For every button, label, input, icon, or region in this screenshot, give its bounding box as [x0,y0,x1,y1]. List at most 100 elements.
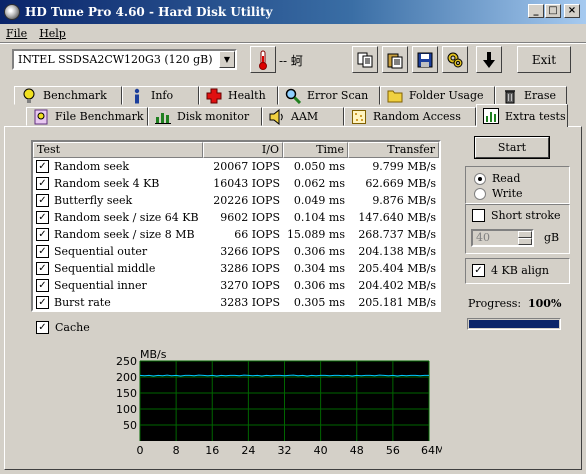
spin-up-icon[interactable] [518,231,532,238]
header-io[interactable]: I/O [203,142,283,158]
table-row[interactable]: ✓ Random seek 20067 IOPS 0.050 ms 9.799 MB/s [33,158,439,175]
table-row[interactable]: ✓ Random seek / size 8 MB 66 IOPS 15.089 ms… [33,226,439,243]
tab-random-access[interactable]: Random Access [344,107,476,126]
time-cell: 0.049 ms [293,194,345,207]
drive-select-value: INTEL SSDSA2CW120G3 (120 gB) [18,53,213,66]
tab-file-benchmark-label: File Benchmark [55,110,144,123]
clipboard-icon [387,53,403,68]
results-table: Test I/O Time Transfer ✓ Random seek 20067… [31,140,441,312]
test-cell: ✓ Random seek / size 8 MB [33,228,203,241]
menu-file[interactable]: File [6,27,27,40]
table-row[interactable]: ✓ Sequential outer 3266 IOPS 0.306 ms 204.13… [33,243,439,260]
cache-option[interactable]: ✓ Cache [36,321,90,334]
io-cell: 20226 IOPS [213,194,280,207]
copy-all-button[interactable] [382,46,408,73]
header-test[interactable]: Test [33,142,203,158]
table-body: ✓ Random seek 20067 IOPS 0.050 ms 9.799 MB/s… [33,158,439,310]
test-cell: ✓ Random seek [33,160,203,173]
tab-error-scan-label: Error Scan [307,89,369,102]
app-disk-icon [4,4,20,20]
tab-folder-usage[interactable]: Folder Usage [380,86,495,105]
copy-info-button[interactable] [352,46,378,73]
file-bulb-icon [33,109,49,125]
short-stroke-checkbox[interactable] [472,209,485,222]
write-label: Write [492,187,523,200]
align-option[interactable]: ✓ 4 KB align [472,264,549,277]
drive-select[interactable]: INTEL SSDSA2CW120G3 (120 gB) ▼ [12,49,237,70]
short-stroke-label: Short stroke [491,209,561,222]
test-cell: ✓ Sequential outer [33,245,203,258]
table-row[interactable]: ✓ Random seek / size 64 KB 9602 IOPS 0.104 … [33,209,439,226]
align-checkbox[interactable]: ✓ [472,264,485,277]
bar-chart-icon [155,109,171,125]
extra-tests-chart-icon [483,108,499,124]
io-cell: 3283 IOPS [220,296,280,309]
chart-y-tick-label: 150 [116,387,137,400]
write-option[interactable]: Write [474,187,523,200]
health-cross-icon [206,88,222,104]
spin-down-icon[interactable] [518,238,532,245]
write-radio[interactable] [474,187,486,200]
tab-disk-monitor[interactable]: Disk monitor [148,107,262,126]
short-stroke-option[interactable]: Short stroke [472,209,561,222]
window-title: HD Tune Pro 4.60 - Hard Disk Utility [25,5,273,19]
lightbulb-icon [21,88,37,104]
test-checkbox[interactable]: ✓ [36,262,49,275]
minimize-button[interactable]: _ [528,4,544,18]
test-checkbox[interactable]: ✓ [36,279,49,292]
test-checkbox[interactable]: ✓ [36,245,49,258]
tab-file-benchmark[interactable]: File Benchmark [26,107,148,126]
tab-erase[interactable]: Erase [495,86,567,105]
maximize-button[interactable]: □ [545,4,561,18]
header-transfer[interactable]: Transfer [348,142,439,158]
chart-x-tick-label: 56 [386,444,400,457]
time-cell: 0.305 ms [293,296,345,309]
test-checkbox[interactable]: ✓ [36,296,49,309]
tab-benchmark[interactable]: Benchmark [14,86,122,105]
test-checkbox[interactable]: ✓ [36,211,49,224]
chart-x-tick-label: 0 [137,444,144,457]
short-stroke-size-input[interactable]: 40 [471,229,534,247]
menu-help[interactable]: Help [39,27,66,40]
tab-random-access-label: Random Access [373,110,461,123]
header-time[interactable]: Time [283,142,348,158]
transfer-cell: 62.669 MB/s [365,177,436,190]
read-option[interactable]: Read [474,172,520,185]
table-row[interactable]: ✓ Sequential inner 3270 IOPS 0.306 ms 204.40… [33,277,439,294]
io-cell: 3286 IOPS [220,262,280,275]
temperature-button[interactable] [250,46,276,73]
table-row[interactable]: ✓ Sequential middle 3286 IOPS 0.304 ms 205.4… [33,260,439,277]
table-row[interactable]: ✓ Burst rate 3283 IOPS 0.305 ms 205.181 MB/s [33,294,439,310]
table-row[interactable]: ✓ Butterfly seek 20226 IOPS 0.049 ms 9.876 M… [33,192,439,209]
download-button[interactable] [476,46,502,73]
tab-aam[interactable]: AAM [262,107,344,126]
tab-health[interactable]: Health [199,86,278,105]
tab-disk-monitor-label: Disk monitor [177,110,250,123]
cache-checkbox[interactable]: ✓ [36,321,49,334]
read-label: Read [492,172,521,185]
exit-button[interactable]: Exit [517,46,571,73]
test-checkbox[interactable]: ✓ [36,160,49,173]
title-bar: HD Tune Pro 4.60 - Hard Disk Utility _ □… [0,0,586,24]
tab-info[interactable]: Info [122,86,199,105]
test-checkbox[interactable]: ✓ [36,194,49,207]
progress-fill [469,320,559,328]
table-row[interactable]: ✓ Random seek 4 KB 16043 IOPS 0.062 ms 62.66… [33,175,439,192]
test-checkbox[interactable]: ✓ [36,228,49,241]
chart-y-tick-label: 200 [116,371,137,384]
io-cell: 9602 IOPS [220,211,280,224]
time-cell: 0.306 ms [293,245,345,258]
test-name: Sequential middle [54,262,156,275]
test-checkbox[interactable]: ✓ [36,177,49,190]
dropdown-arrow-icon[interactable]: ▼ [219,51,235,68]
tab-aam-label: AAM [291,110,319,123]
read-radio[interactable] [474,172,486,185]
transfer-cell: 204.138 MB/s [358,245,436,258]
save-button[interactable] [412,46,438,73]
options-button[interactable] [442,46,468,73]
close-button[interactable]: × [564,4,580,18]
start-button[interactable]: Start [475,137,549,158]
transfer-cell: 205.181 MB/s [358,296,436,309]
tab-extra-tests[interactable]: Extra tests [476,104,568,127]
tab-error-scan[interactable]: Error Scan [278,86,380,105]
